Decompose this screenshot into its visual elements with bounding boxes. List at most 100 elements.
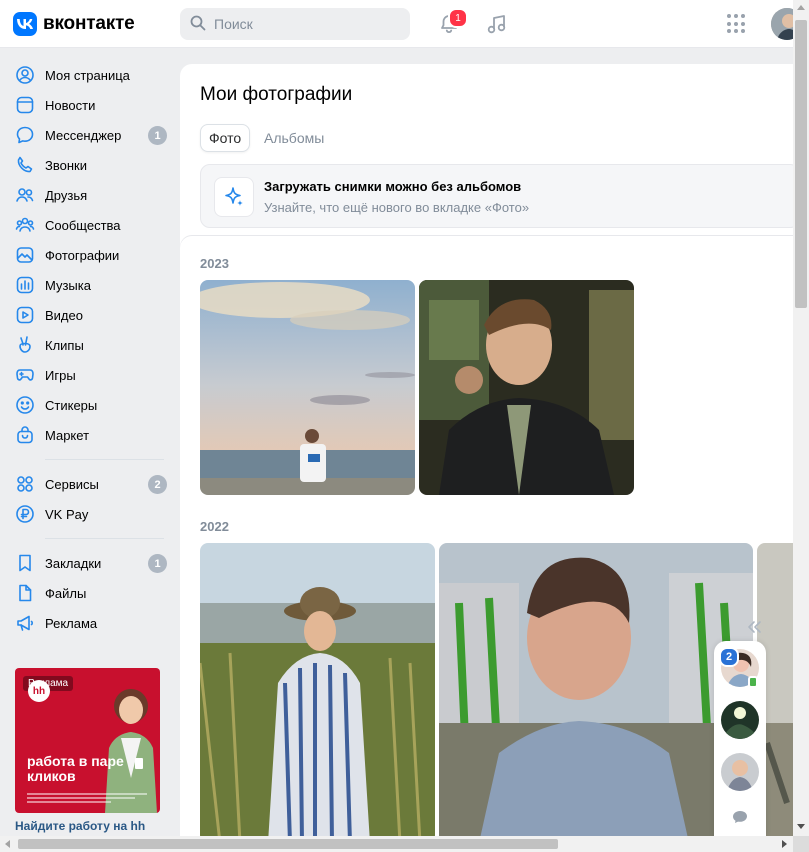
sidebar-item-label: Новости <box>45 97 96 113</box>
users-icon <box>15 185 35 205</box>
sidebar-item-label: Мессенджер <box>45 127 122 143</box>
sidebar-item-label: Закладки <box>45 555 102 571</box>
scroll-up-icon[interactable] <box>797 5 805 10</box>
page-title: Мои фотографии <box>200 84 353 105</box>
vk-logo-icon <box>13 12 37 36</box>
sidebar-item-label: Сервисы <box>45 476 99 492</box>
photos-page: Мои фотографии Фото Альбомы Загружать сн… <box>180 64 793 844</box>
sidebar-counter-badge: 1 <box>148 554 167 573</box>
vkpay-icon <box>15 504 35 524</box>
sidebar-item-label: Сообщества <box>45 217 121 233</box>
market-icon <box>15 425 35 445</box>
photos-grid-area: 2023 2022 <box>180 236 793 844</box>
hh-logo-icon: hh <box>28 680 50 702</box>
sidebar-item-phone[interactable]: Звонки <box>12 150 172 180</box>
chat-unread-badge: 2 <box>719 647 739 667</box>
sidebar-item-label: VK Pay <box>45 506 89 522</box>
vertical-scrollbar[interactable] <box>793 0 809 836</box>
sidebar-item-label: Стикеры <box>45 397 98 413</box>
communities-icon <box>15 215 35 235</box>
sidebar-item-photo[interactable]: Фотографии <box>12 240 172 270</box>
sidebar-item-label: Реклама <box>45 615 98 631</box>
sidebar-item-label: Звонки <box>45 157 87 173</box>
sidebar-item-label: Видео <box>45 307 83 323</box>
sidebar-item-file[interactable]: Файлы <box>12 578 172 608</box>
sidebar-divider <box>45 538 164 539</box>
photo-thumbnail[interactable] <box>439 543 753 843</box>
year-heading: 2022 <box>200 519 229 534</box>
sidebar-item-megaphone[interactable]: Реклама <box>12 608 172 638</box>
sidebar-item-gamepad[interactable]: Игры <box>12 360 172 390</box>
quick-chats-panel: 2 <box>714 641 766 837</box>
sidebar-item-label: Клипы <box>45 337 84 353</box>
scroll-right-icon[interactable] <box>782 840 787 848</box>
sidebar-item-user-circle[interactable]: Моя страница <box>12 60 172 90</box>
newsfeed-icon <box>15 95 35 115</box>
ad-headline: работа в паре кликов <box>27 753 124 784</box>
tab-photos[interactable]: Фото <box>200 124 251 152</box>
music-icon[interactable] <box>486 13 508 35</box>
chat-avatar[interactable] <box>721 753 759 791</box>
sidebar-item-smile[interactable]: Стикеры <box>12 390 172 420</box>
sidebar-item-label: Моя страница <box>45 67 130 83</box>
ad-caption-link[interactable]: Найдите работу на hh <box>15 819 145 833</box>
sidebar-item-video[interactable]: Видео <box>12 300 172 330</box>
mobile-online-icon <box>748 676 758 688</box>
chat-bubble-icon[interactable] <box>732 809 748 828</box>
services-icon <box>15 474 35 494</box>
video-icon <box>15 305 35 325</box>
sidebar-item-label: Игры <box>45 367 76 383</box>
info-banner[interactable]: Загружать снимки можно без альбомов Узна… <box>200 164 793 228</box>
message-icon <box>15 125 35 145</box>
sidebar-item-label: Маркет <box>45 427 90 443</box>
gamepad-icon <box>15 365 35 385</box>
collapse-chats-icon[interactable] <box>746 620 762 634</box>
sidebar-item-newsfeed[interactable]: Новости <box>12 90 172 120</box>
photo-thumbnail[interactable] <box>200 280 415 495</box>
sidebar-item-vkpay[interactable]: VK Pay <box>12 499 172 529</box>
megaphone-icon <box>15 613 35 633</box>
apps-grid-icon[interactable] <box>727 14 747 34</box>
sidebar-item-label: Друзья <box>45 187 88 203</box>
scrollbar-corner <box>793 836 809 852</box>
sidebar-item-users[interactable]: Друзья <box>12 180 172 210</box>
ad-fineprint <box>27 793 147 803</box>
vertical-scroll-thumb[interactable] <box>795 20 807 308</box>
sparkle-icon <box>214 177 254 217</box>
search-icon <box>190 15 206 34</box>
sidebar-item-message[interactable]: Мессенджер 1 <box>12 120 172 150</box>
chat-avatar[interactable] <box>721 701 759 739</box>
notifications-badge: 1 <box>448 8 468 28</box>
tab-albums[interactable]: Альбомы <box>256 124 332 152</box>
sidebar-item-label: Музыка <box>45 277 91 293</box>
sidebar-item-communities[interactable]: Сообщества <box>12 210 172 240</box>
horizontal-scroll-thumb[interactable] <box>18 839 558 849</box>
sidebar-counter-badge: 1 <box>148 126 167 145</box>
sidebar-item-market[interactable]: Маркет <box>12 420 172 450</box>
logo-text: вконтакте <box>43 13 135 34</box>
sidebar-item-bookmark[interactable]: Закладки 1 <box>12 548 172 578</box>
photo-thumbnail[interactable] <box>200 543 435 843</box>
banner-subtitle: Узнайте, что ещё нового во вкладке «Фото… <box>264 200 530 215</box>
smile-icon <box>15 395 35 415</box>
photo-thumbnail[interactable] <box>419 280 634 495</box>
file-icon <box>15 583 35 603</box>
bookmark-icon <box>15 553 35 573</box>
sidebar-item-label: Файлы <box>45 585 87 601</box>
music-icon <box>15 275 35 295</box>
scroll-left-icon[interactable] <box>5 840 10 848</box>
sidebar-item-services[interactable]: Сервисы 2 <box>12 469 172 499</box>
scroll-down-icon[interactable] <box>797 824 805 829</box>
horizontal-scrollbar[interactable] <box>0 836 793 852</box>
sidebar-counter-badge: 2 <box>148 475 167 494</box>
year-heading: 2023 <box>200 256 229 271</box>
banner-title: Загружать снимки можно без альбомов <box>264 179 522 194</box>
top-header: вконтакте 1 <box>0 0 803 48</box>
sidebar-item-music[interactable]: Музыка <box>12 270 172 300</box>
photo-icon <box>15 245 35 265</box>
vk-logo[interactable]: вконтакте <box>13 12 135 36</box>
phone-icon <box>15 155 35 175</box>
search-input[interactable] <box>214 16 394 32</box>
search-box[interactable] <box>180 8 410 40</box>
sidebar-item-clips[interactable]: Клипы <box>12 330 172 360</box>
